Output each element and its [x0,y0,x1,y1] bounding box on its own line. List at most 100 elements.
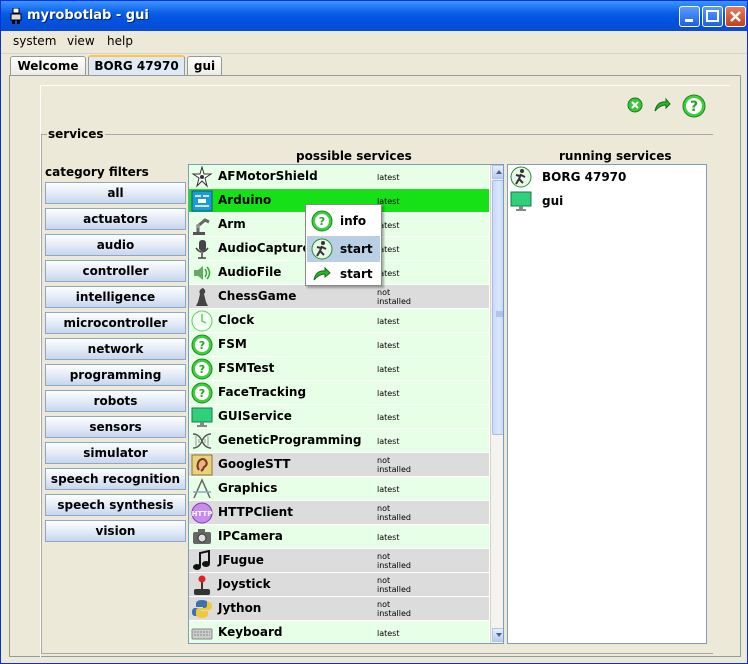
service-name: Joystick [218,577,271,591]
music-note-icon [193,550,210,570]
service-status: latest [377,629,400,638]
dna-icon [192,433,212,449]
service-name: GoogleSTT [218,457,291,471]
service-name: FSM [218,337,247,351]
question-icon: ? [191,382,213,404]
menu-help[interactable]: help [107,34,133,48]
service-status: latest [377,389,400,398]
category-audio-button[interactable]: audio [45,234,186,256]
category-filters-label: category filters [45,165,149,179]
svg-text:?: ? [690,99,698,115]
keyboard-icon [191,628,213,640]
category-all-button[interactable]: all [45,182,186,204]
service-row-guiservice[interactable]: GUIService latest [189,405,489,429]
running-service-item[interactable]: gui [508,189,706,213]
refresh-arrow-icon [313,266,331,281]
running-services-list[interactable]: BORG 47970 gui [507,164,707,644]
maximize-button[interactable] [702,6,723,27]
service-context-menu: ? info start start [305,204,382,286]
service-row-jython[interactable]: Jython not installed [189,597,489,621]
help-question-icon[interactable]: ? [682,94,706,118]
service-status: not installed [377,600,411,618]
service-name: Keyboard [218,625,283,639]
service-row-jfugue[interactable]: JFugue not installed [189,549,489,573]
svg-text:?: ? [199,339,205,352]
title-bar[interactable]: myrobotlab - gui [1,1,747,31]
service-name: IPCamera [218,529,283,543]
robot-app-icon [10,8,22,24]
refresh-arrow-icon[interactable] [653,97,671,113]
scroll-down-button[interactable] [492,628,503,642]
arduino-icon [191,190,213,212]
service-row-facetracking[interactable]: ? FaceTracking latest [189,381,489,405]
running-service-item[interactable]: BORG 47970 [508,165,706,189]
category-programming-button[interactable]: programming [45,364,186,386]
scroll-up-button[interactable] [492,165,503,179]
service-row-geneticprogramming[interactable]: GeneticProgramming latest [189,429,489,453]
category-speech-synthesis-button[interactable]: speech synthesis [45,494,186,516]
svg-text:?: ? [199,363,205,376]
menu-item-info[interactable]: ? info [307,208,380,234]
monitor-icon [191,407,213,427]
chess-icon [196,288,208,306]
service-status: latest [377,533,400,542]
service-row-graphics[interactable]: Graphics latest [189,477,489,501]
service-row-afmotorshield[interactable]: AFMotorShield latest [189,165,489,189]
joystick-icon [194,575,210,595]
tab-welcome[interactable]: Welcome [10,56,86,75]
services-label: services [47,127,105,141]
service-name: GeneticProgramming [218,433,362,447]
ear-icon [191,454,213,476]
svg-text:?: ? [319,215,325,228]
menu-bar: system view help [1,31,747,54]
service-row-httpclient[interactable]: HTTP HTTPClient not installed [189,501,489,525]
service-row-clock[interactable]: Clock latest [189,309,489,333]
vertical-scrollbar[interactable] [490,165,503,643]
service-name: AudioCapture [218,241,311,255]
tab-borg[interactable]: BORG 47970 [88,55,185,76]
service-name: Arm [218,217,246,231]
category-network-button[interactable]: network [45,338,186,360]
category-intelligence-button[interactable]: intelligence [45,286,186,308]
service-row-joystick[interactable]: Joystick not installed [189,573,489,597]
service-row-googlestt[interactable]: GoogleSTT not installed [189,453,489,477]
service-row-keyboard[interactable]: Keyboard latest [189,621,489,643]
category-simulator-button[interactable]: simulator [45,442,186,464]
arrow-down-icon [496,633,502,637]
service-name: FSMTest [218,361,275,375]
tab-gui[interactable]: gui [187,56,222,75]
question-icon: ? [191,334,213,356]
category-actuators-button[interactable]: actuators [45,208,186,230]
service-status: not installed [377,504,411,522]
minimize-icon [685,19,693,22]
close-button[interactable] [725,6,746,27]
release-icon[interactable] [627,97,643,113]
category-controller-button[interactable]: controller [45,260,186,282]
menu-system[interactable]: system [13,34,56,48]
menu-item-start[interactable]: start [307,236,380,262]
service-row-fsmtest[interactable]: ? FSMTest latest [189,357,489,381]
minimize-button[interactable] [679,6,700,27]
service-name: ChessGame [218,289,297,303]
service-status: latest [377,485,400,494]
robot-arm-icon [193,218,210,235]
category-vision-button[interactable]: vision [45,520,186,542]
service-row-chessgame[interactable]: ChessGame not installed [189,285,489,309]
camera-icon [193,529,211,544]
menu-item-label: start [340,267,373,281]
drafting-icon [193,478,211,499]
scroll-thumb[interactable] [492,180,503,435]
service-row-fsm[interactable]: ? FSM latest [189,333,489,357]
menu-item-start-alt[interactable]: start [307,261,380,287]
category-speech-recognition-button[interactable]: speech recognition [45,468,186,490]
category-sensors-button[interactable]: sensors [45,416,186,438]
main-window: myrobotlab - gui system view help Welcom… [0,0,748,664]
window-title: myrobotlab - gui [27,8,149,23]
service-status: latest [377,413,400,422]
service-row-ipcamera[interactable]: IPCamera latest [189,525,489,549]
category-microcontroller-button[interactable]: microcontroller [45,312,186,334]
menu-view[interactable]: view [67,34,95,48]
service-status: not installed [377,288,411,306]
service-status: latest [377,437,400,446]
category-robots-button[interactable]: robots [45,390,186,412]
